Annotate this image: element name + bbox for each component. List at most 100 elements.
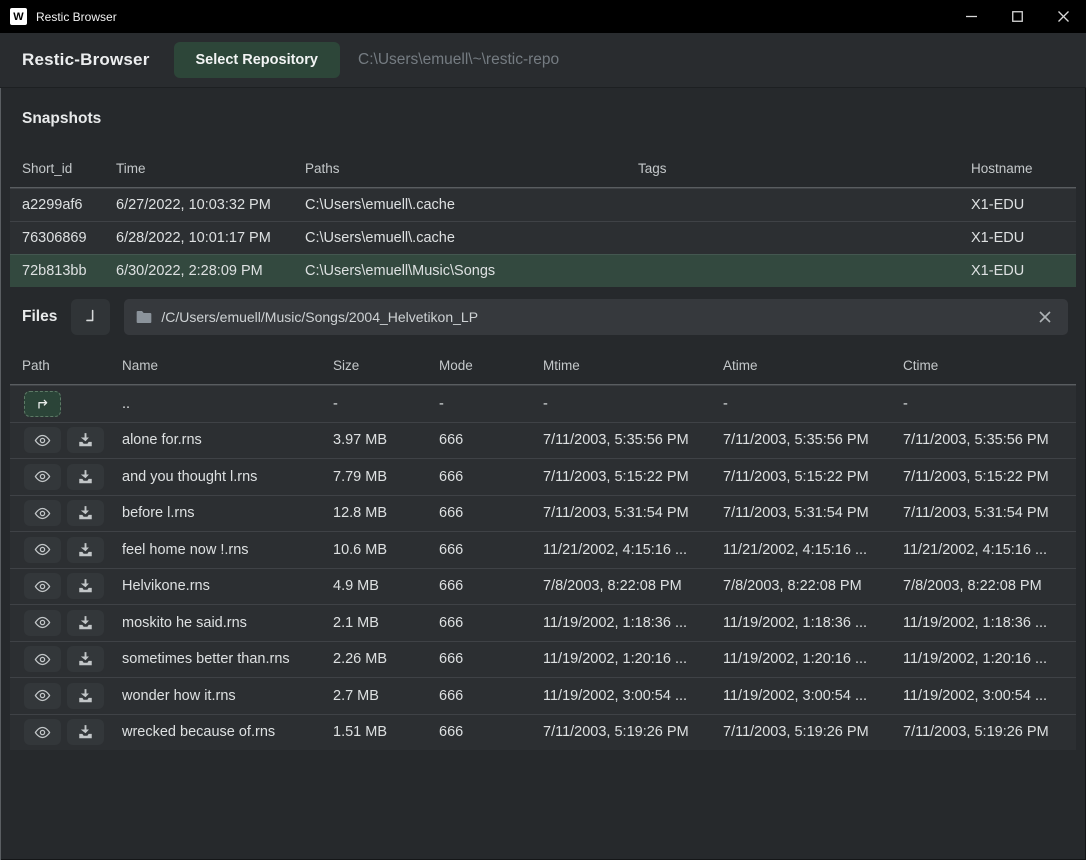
download-button[interactable] [67,719,104,745]
file-name: and you thought l.rns [110,469,321,485]
snapshot-short-id: 72b813bb [10,263,104,279]
file-actions [10,646,110,672]
close-icon[interactable] [1034,306,1056,328]
eye-icon [34,726,51,739]
select-repository-button[interactable]: Select Repository [174,42,341,78]
snapshot-row-selected[interactable]: 72b813bb 6/30/2022, 2:28:09 PM C:\Users\… [10,254,1076,287]
download-button[interactable] [67,646,104,672]
snapshot-time: 6/30/2022, 2:28:09 PM [104,263,293,279]
current-path-bar[interactable]: /C/Users/emuell/Music/Songs/2004_Helveti… [124,299,1068,335]
eye-icon [34,507,51,520]
open-parent-dir-button[interactable] [24,391,61,417]
files-title: Files [22,308,57,326]
col-tags: Tags [626,161,959,176]
file-size: 1.51 MB [321,724,427,740]
col-mode: Mode [427,358,531,373]
parent-dir-row[interactable]: .. - - - - - [10,385,1076,422]
file-size: 4.9 MB [321,578,427,594]
file-mode: 666 [427,615,531,631]
file-row[interactable]: Helvikone.rns 4.9 MB 666 7/8/2003, 8:22:… [10,568,1076,605]
snapshot-row[interactable]: a2299af6 6/27/2022, 10:03:32 PM C:\Users… [10,188,1076,221]
preview-button[interactable] [24,427,61,453]
parent-dir-actions [10,391,110,417]
file-mode: - [427,396,531,412]
eye-icon [34,580,51,593]
files-section-header: Files /C/Users/emuell/Music/Songs/2004_H… [0,287,1086,347]
download-button[interactable] [67,464,104,490]
titlebar: W Restic Browser [0,0,1086,33]
file-mode: 666 [427,724,531,740]
window-title: Restic Browser [36,10,117,24]
preview-button[interactable] [24,537,61,563]
file-row[interactable]: alone for.rns 3.97 MB 666 7/11/2003, 5:3… [10,422,1076,459]
file-atime: 7/11/2003, 5:19:26 PM [711,724,891,740]
empty-area [0,750,1086,858]
file-row[interactable]: wonder how it.rns 2.7 MB 666 11/19/2002,… [10,677,1076,714]
eye-icon [34,689,51,702]
col-path: Path [10,358,110,373]
file-ctime: 11/19/2002, 3:00:54 ... [891,688,1076,704]
up-to-root-button[interactable] [71,299,110,335]
file-mtime: 11/19/2002, 1:18:36 ... [531,615,711,631]
download-button[interactable] [67,683,104,709]
preview-button[interactable] [24,719,61,745]
snapshot-short-id: a2299af6 [10,197,104,213]
maximize-button[interactable] [994,0,1040,33]
file-row[interactable]: sometimes better than.rns 2.26 MB 666 11… [10,641,1076,678]
snapshots-title: Snapshots [22,110,101,128]
file-mtime: 11/19/2002, 3:00:54 ... [531,688,711,704]
file-mtime: 7/11/2003, 5:19:26 PM [531,724,711,740]
snapshot-time: 6/28/2022, 10:01:17 PM [104,230,293,246]
col-ctime: Ctime [891,358,1076,373]
file-row[interactable]: and you thought l.rns 7.79 MB 666 7/11/2… [10,458,1076,495]
app-header: Restic-Browser Select Repository C:\User… [0,33,1086,88]
snapshot-paths: C:\Users\emuell\.cache [293,197,626,213]
download-icon [78,689,93,703]
preview-button[interactable] [24,500,61,526]
file-mode: 666 [427,469,531,485]
file-size: 2.1 MB [321,615,427,631]
col-time: Time [104,161,293,176]
preview-button[interactable] [24,573,61,599]
app-logo-icon: W [10,8,27,25]
snapshots-table: Short_id Time Paths Tags Hostname a2299a… [10,150,1076,287]
file-row[interactable]: before l.rns 12.8 MB 666 7/11/2003, 5:31… [10,495,1076,532]
file-mtime: 7/11/2003, 5:31:54 PM [531,505,711,521]
file-name: sometimes better than.rns [110,651,321,667]
download-button[interactable] [67,537,104,563]
download-button[interactable] [67,427,104,453]
file-row[interactable]: moskito he said.rns 2.1 MB 666 11/19/200… [10,604,1076,641]
close-button[interactable] [1040,0,1086,33]
snapshot-hostname: X1-EDU [959,263,1076,279]
file-actions [10,464,110,490]
snapshot-row[interactable]: 76306869 6/28/2022, 10:01:17 PM C:\Users… [10,221,1076,254]
preview-button[interactable] [24,683,61,709]
minimize-button[interactable] [948,0,994,33]
snapshot-paths: C:\Users\emuell\.cache [293,230,626,246]
download-icon [78,725,93,739]
download-button[interactable] [67,500,104,526]
file-ctime: - [891,396,1076,412]
file-row[interactable]: wrecked because of.rns 1.51 MB 666 7/11/… [10,714,1076,751]
file-actions [10,427,110,453]
col-hostname: Hostname [959,161,1076,176]
file-atime: 11/19/2002, 1:18:36 ... [711,615,891,631]
download-icon [78,433,93,447]
download-icon [78,652,93,666]
file-ctime: 7/11/2003, 5:19:26 PM [891,724,1076,740]
file-atime: 7/11/2003, 5:15:22 PM [711,469,891,485]
file-mtime: 11/19/2002, 1:20:16 ... [531,651,711,667]
files-table-header: Path Name Size Mode Mtime Atime Ctime [10,347,1076,385]
page-title: Restic-Browser [22,50,150,70]
download-icon [78,470,93,484]
preview-button[interactable] [24,646,61,672]
download-button[interactable] [67,610,104,636]
preview-button[interactable] [24,610,61,636]
file-size: 3.97 MB [321,432,427,448]
col-size: Size [321,358,427,373]
download-button[interactable] [67,573,104,599]
file-row[interactable]: feel home now !.rns 10.6 MB 666 11/21/20… [10,531,1076,568]
titlebar-left: W Restic Browser [0,8,948,25]
file-name: .. [110,396,321,412]
preview-button[interactable] [24,464,61,490]
